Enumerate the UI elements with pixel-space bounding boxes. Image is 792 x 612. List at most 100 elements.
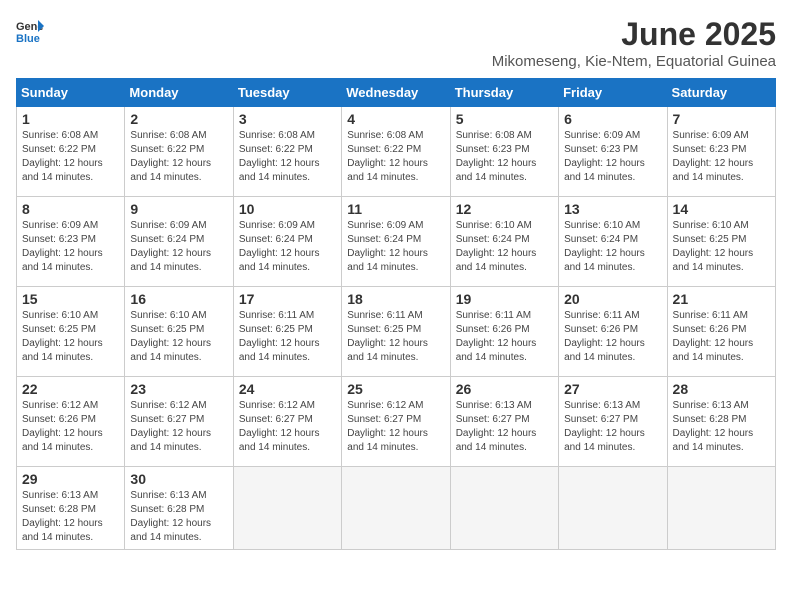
day-info: Sunrise: 6:11 AMSunset: 6:25 PMDaylight:… [239,310,320,363]
day-number: 14 [673,201,770,217]
day-info: Sunrise: 6:09 AMSunset: 6:23 PMDaylight:… [564,130,645,183]
day-number: 21 [673,291,770,307]
calendar-title: June 2025 [492,16,776,53]
day-info: Sunrise: 6:12 AMSunset: 6:26 PMDaylight:… [22,400,103,453]
table-row [667,467,775,550]
table-row: 11 Sunrise: 6:09 AMSunset: 6:24 PMDaylig… [342,197,450,287]
table-row: 26 Sunrise: 6:13 AMSunset: 6:27 PMDaylig… [450,377,558,467]
day-number: 30 [130,471,227,487]
day-number: 7 [673,111,770,127]
table-row: 3 Sunrise: 6:08 AMSunset: 6:22 PMDayligh… [233,107,341,197]
day-info: Sunrise: 6:09 AMSunset: 6:23 PMDaylight:… [673,130,754,183]
table-row: 29 Sunrise: 6:13 AMSunset: 6:28 PMDaylig… [17,467,125,550]
table-row: 19 Sunrise: 6:11 AMSunset: 6:26 PMDaylig… [450,287,558,377]
table-row: 21 Sunrise: 6:11 AMSunset: 6:26 PMDaylig… [667,287,775,377]
day-info: Sunrise: 6:10 AMSunset: 6:25 PMDaylight:… [673,220,754,273]
day-number: 3 [239,111,336,127]
day-number: 18 [347,291,444,307]
day-info: Sunrise: 6:08 AMSunset: 6:23 PMDaylight:… [456,130,537,183]
day-number: 5 [456,111,553,127]
day-info: Sunrise: 6:09 AMSunset: 6:24 PMDaylight:… [239,220,320,273]
day-info: Sunrise: 6:13 AMSunset: 6:27 PMDaylight:… [564,400,645,453]
day-number: 27 [564,381,661,397]
table-row: 18 Sunrise: 6:11 AMSunset: 6:25 PMDaylig… [342,287,450,377]
day-number: 20 [564,291,661,307]
table-row: 30 Sunrise: 6:13 AMSunset: 6:28 PMDaylig… [125,467,233,550]
day-number: 13 [564,201,661,217]
table-row: 1 Sunrise: 6:08 AMSunset: 6:22 PMDayligh… [17,107,125,197]
day-info: Sunrise: 6:12 AMSunset: 6:27 PMDaylight:… [130,400,211,453]
svg-text:Blue: Blue [16,33,40,44]
day-info: Sunrise: 6:13 AMSunset: 6:28 PMDaylight:… [673,400,754,453]
calendar-table: Sunday Monday Tuesday Wednesday Thursday… [16,78,776,550]
day-info: Sunrise: 6:13 AMSunset: 6:27 PMDaylight:… [456,400,537,453]
table-row: 23 Sunrise: 6:12 AMSunset: 6:27 PMDaylig… [125,377,233,467]
day-number: 29 [22,471,119,487]
day-number: 19 [456,291,553,307]
day-info: Sunrise: 6:09 AMSunset: 6:23 PMDaylight:… [22,220,103,273]
table-row: 4 Sunrise: 6:08 AMSunset: 6:22 PMDayligh… [342,107,450,197]
table-row [450,467,558,550]
header-sunday: Sunday [17,79,125,107]
day-info: Sunrise: 6:13 AMSunset: 6:28 PMDaylight:… [130,490,211,543]
day-info: Sunrise: 6:12 AMSunset: 6:27 PMDaylight:… [239,400,320,453]
header-thursday: Thursday [450,79,558,107]
day-info: Sunrise: 6:11 AMSunset: 6:26 PMDaylight:… [564,310,645,363]
header-monday: Monday [125,79,233,107]
day-number: 28 [673,381,770,397]
day-info: Sunrise: 6:11 AMSunset: 6:25 PMDaylight:… [347,310,428,363]
table-row: 5 Sunrise: 6:08 AMSunset: 6:23 PMDayligh… [450,107,558,197]
day-info: Sunrise: 6:09 AMSunset: 6:24 PMDaylight:… [130,220,211,273]
day-info: Sunrise: 6:09 AMSunset: 6:24 PMDaylight:… [347,220,428,273]
day-number: 8 [22,201,119,217]
title-area: June 2025 Mikomeseng, Kie-Ntem, Equatori… [492,16,776,70]
day-info: Sunrise: 6:08 AMSunset: 6:22 PMDaylight:… [347,130,428,183]
table-row: 14 Sunrise: 6:10 AMSunset: 6:25 PMDaylig… [667,197,775,287]
day-number: 4 [347,111,444,127]
table-row: 12 Sunrise: 6:10 AMSunset: 6:24 PMDaylig… [450,197,558,287]
header-wednesday: Wednesday [342,79,450,107]
table-row [233,467,341,550]
logo-icon: General Blue [16,16,44,44]
table-row: 20 Sunrise: 6:11 AMSunset: 6:26 PMDaylig… [559,287,667,377]
page-header: General Blue June 2025 Mikomeseng, Kie-N… [16,16,776,70]
calendar-subtitle: Mikomeseng, Kie-Ntem, Equatorial Guinea [492,53,776,70]
table-row: 25 Sunrise: 6:12 AMSunset: 6:27 PMDaylig… [342,377,450,467]
table-row: 2 Sunrise: 6:08 AMSunset: 6:22 PMDayligh… [125,107,233,197]
table-row: 15 Sunrise: 6:10 AMSunset: 6:25 PMDaylig… [17,287,125,377]
header-saturday: Saturday [667,79,775,107]
day-number: 24 [239,381,336,397]
day-number: 2 [130,111,227,127]
day-number: 6 [564,111,661,127]
header-friday: Friday [559,79,667,107]
table-row: 22 Sunrise: 6:12 AMSunset: 6:26 PMDaylig… [17,377,125,467]
day-number: 10 [239,201,336,217]
table-row: 10 Sunrise: 6:09 AMSunset: 6:24 PMDaylig… [233,197,341,287]
table-row: 24 Sunrise: 6:12 AMSunset: 6:27 PMDaylig… [233,377,341,467]
day-number: 23 [130,381,227,397]
day-info: Sunrise: 6:08 AMSunset: 6:22 PMDaylight:… [22,130,103,183]
day-info: Sunrise: 6:11 AMSunset: 6:26 PMDaylight:… [456,310,537,363]
day-info: Sunrise: 6:12 AMSunset: 6:27 PMDaylight:… [347,400,428,453]
day-info: Sunrise: 6:08 AMSunset: 6:22 PMDaylight:… [239,130,320,183]
day-number: 26 [456,381,553,397]
day-info: Sunrise: 6:10 AMSunset: 6:24 PMDaylight:… [456,220,537,273]
day-info: Sunrise: 6:10 AMSunset: 6:25 PMDaylight:… [130,310,211,363]
day-number: 16 [130,291,227,307]
day-info: Sunrise: 6:13 AMSunset: 6:28 PMDaylight:… [22,490,103,543]
table-row: 6 Sunrise: 6:09 AMSunset: 6:23 PMDayligh… [559,107,667,197]
table-row [559,467,667,550]
table-row: 28 Sunrise: 6:13 AMSunset: 6:28 PMDaylig… [667,377,775,467]
table-row: 27 Sunrise: 6:13 AMSunset: 6:27 PMDaylig… [559,377,667,467]
table-row [342,467,450,550]
day-number: 11 [347,201,444,217]
day-info: Sunrise: 6:11 AMSunset: 6:26 PMDaylight:… [673,310,754,363]
day-number: 17 [239,291,336,307]
day-info: Sunrise: 6:10 AMSunset: 6:24 PMDaylight:… [564,220,645,273]
table-row: 13 Sunrise: 6:10 AMSunset: 6:24 PMDaylig… [559,197,667,287]
day-number: 1 [22,111,119,127]
day-info: Sunrise: 6:10 AMSunset: 6:25 PMDaylight:… [22,310,103,363]
table-row: 16 Sunrise: 6:10 AMSunset: 6:25 PMDaylig… [125,287,233,377]
table-row: 17 Sunrise: 6:11 AMSunset: 6:25 PMDaylig… [233,287,341,377]
day-number: 25 [347,381,444,397]
